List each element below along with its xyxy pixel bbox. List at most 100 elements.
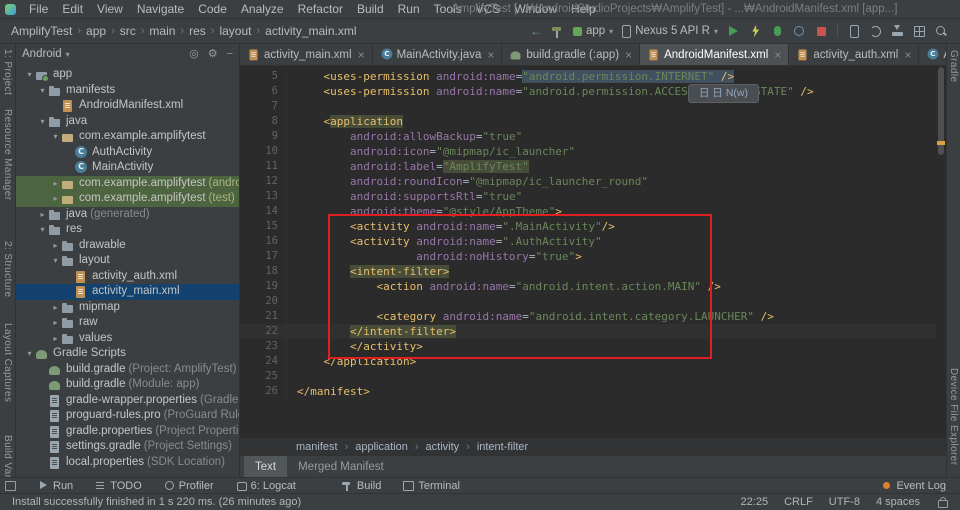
gradle-sync-button[interactable] xyxy=(869,25,882,38)
tree-item-com-example-amplifytest-androidtest[interactable]: ▸ com.example.amplifytest (androidTest) xyxy=(16,175,239,191)
tree-item-java-generated[interactable]: ▸ java (generated) xyxy=(16,207,239,223)
chevron-right-icon[interactable]: ▸ xyxy=(50,331,61,346)
menu-item-code[interactable]: Code xyxy=(191,0,234,18)
breadcrumb-item-src[interactable]: src xyxy=(117,24,139,38)
line-number[interactable]: 10 xyxy=(240,144,287,159)
chevron-right-icon[interactable]: ▸ xyxy=(50,315,61,330)
tool-button-1-project[interactable]: 1: Project xyxy=(2,49,13,95)
tree-item-mainactivity[interactable]: MainActivity xyxy=(16,160,239,176)
menu-item-view[interactable]: View xyxy=(90,0,130,18)
line-number[interactable]: 19 xyxy=(240,279,287,294)
line-number[interactable]: 15 xyxy=(240,219,287,234)
menu-item-navigate[interactable]: Navigate xyxy=(130,0,191,18)
editor-tab-androidmanifest-xml[interactable]: AndroidManifest.xml × xyxy=(640,44,790,65)
back-arrow-icon[interactable]: ← xyxy=(530,24,542,38)
tree-item-values[interactable]: ▸ values xyxy=(16,331,239,347)
tool-button-2-structure[interactable]: 2: Structure xyxy=(2,241,13,298)
editor-tab-activity-auth-xml[interactable]: activity_auth.xml × xyxy=(789,44,920,65)
build-hammer-icon[interactable] xyxy=(551,25,564,38)
settings-gear-icon[interactable]: ⚙ xyxy=(208,45,218,63)
tool-window-button-event-log[interactable]: Event Log xyxy=(881,480,946,492)
tree-item-build-gradle-module-app[interactable]: build.gradle (Module: app) xyxy=(16,377,239,393)
debug-button[interactable] xyxy=(771,25,784,38)
menu-item-refactor[interactable]: Refactor xyxy=(291,0,350,18)
line-number[interactable]: 16 xyxy=(240,234,287,249)
tool-button-gradle[interactable]: Gradle xyxy=(948,50,959,82)
tree-item-raw[interactable]: ▸ raw xyxy=(16,315,239,331)
tool-button-layout-captures[interactable]: Layout Captures xyxy=(2,323,13,402)
menu-item-run[interactable]: Run xyxy=(391,0,427,18)
chevron-down-icon[interactable]: ▾ xyxy=(37,222,48,237)
line-number[interactable]: 17 xyxy=(240,249,287,264)
profile-button[interactable] xyxy=(793,25,806,38)
tree-item-proguard-rules-pro-proguard-rules-for-app[interactable]: proguard-rules.pro (ProGuard Rules for a… xyxy=(16,408,239,424)
line-number[interactable]: 12 xyxy=(240,174,287,189)
chevron-down-icon[interactable]: ▾ xyxy=(50,253,61,268)
tree-item-res[interactable]: ▾ res xyxy=(16,222,239,238)
tool-button-resource-manager[interactable]: Resource Manager xyxy=(2,109,13,200)
editor-tab-mainactivity-java[interactable]: MainActivity.java × xyxy=(373,44,503,65)
line-number[interactable]: 24 xyxy=(240,354,287,369)
project-view-selector[interactable]: Android xyxy=(22,48,62,60)
line-number[interactable]: 13 xyxy=(240,189,287,204)
breadcrumb-item-app[interactable]: app xyxy=(83,24,109,38)
tool-window-button-profiler[interactable]: Profiler xyxy=(164,480,214,492)
tool-window-switcher-icon[interactable] xyxy=(5,480,16,491)
editor-tab-build-gradle-app[interactable]: build.gradle (:app) × xyxy=(502,44,641,65)
layout-inspector-button[interactable] xyxy=(913,25,926,38)
chevron-right-icon[interactable]: ▸ xyxy=(50,300,61,315)
close-tab-icon[interactable]: × xyxy=(625,48,632,62)
tree-item-local-properties-sdk-location[interactable]: local.properties (SDK Location) xyxy=(16,455,239,471)
line-number[interactable]: 5 xyxy=(240,69,287,84)
tree-item-gradle-properties-project-properties[interactable]: gradle.properties (Project Properties) xyxy=(16,424,239,440)
tree-item-settings-gradle-project-settings[interactable]: settings.gradle (Project Settings) xyxy=(16,439,239,455)
tree-item-androidmanifest-xml[interactable]: AndroidManifest.xml xyxy=(16,98,239,114)
chevron-right-icon[interactable]: ▸ xyxy=(50,176,61,191)
tree-item-gradle-wrapper-properties-gradle-version[interactable]: gradle-wrapper.properties (Gradle Versio… xyxy=(16,393,239,409)
menu-item-edit[interactable]: Edit xyxy=(55,0,90,18)
tree-item-gradle-scripts[interactable]: ▾ Gradle Scripts xyxy=(16,346,239,362)
editor-breadcrumb-manifest[interactable]: manifest xyxy=(296,441,338,453)
search-everywhere-button[interactable] xyxy=(935,25,948,38)
tool-window-button-6-logcat[interactable]: 6: Logcat xyxy=(236,480,296,492)
breadcrumb-item-activity-main-xml[interactable]: activity_main.xml xyxy=(262,24,359,38)
tree-item-mipmap[interactable]: ▸ mipmap xyxy=(16,300,239,316)
breadcrumb-item-res[interactable]: res xyxy=(186,24,209,38)
status-widget-crlf[interactable]: CRLF xyxy=(784,496,813,508)
close-tab-icon[interactable]: × xyxy=(904,48,911,62)
tree-item-layout[interactable]: ▾ layout xyxy=(16,253,239,269)
editor-breadcrumb-application[interactable]: application xyxy=(355,441,408,453)
close-tab-icon[interactable]: × xyxy=(358,48,365,62)
tree-item-drawable[interactable]: ▸ drawable xyxy=(16,238,239,254)
editor-breadcrumb-activity[interactable]: activity xyxy=(426,441,460,453)
sdk-manager-button[interactable] xyxy=(891,24,904,38)
tree-item-com-example-amplifytest-test[interactable]: ▸ com.example.amplifytest (test) xyxy=(16,191,239,207)
line-number[interactable]: 23 xyxy=(240,339,287,354)
chevron-down-icon[interactable]: ▾ xyxy=(24,346,35,361)
avd-manager-button[interactable] xyxy=(847,24,860,38)
error-stripe-mark[interactable] xyxy=(937,141,945,145)
tree-item-build-gradle-project-amplifytest[interactable]: build.gradle (Project: AmplifyTest) xyxy=(16,362,239,378)
editor-scrollbar[interactable] xyxy=(936,65,946,438)
menu-item-file[interactable]: File xyxy=(22,0,55,18)
line-number[interactable]: 8 xyxy=(240,114,287,129)
editor-tab-activity-main-xml[interactable]: activity_main.xml × xyxy=(240,44,373,65)
menu-item-analyze[interactable]: Analyze xyxy=(234,0,291,18)
run-config-selector[interactable]: app ▾ xyxy=(572,25,613,37)
status-widget-22-25[interactable]: 22:25 xyxy=(741,496,769,508)
line-number[interactable]: 18 xyxy=(240,264,287,279)
status-widget-utf-8[interactable]: UTF-8 xyxy=(829,496,860,508)
chevron-down-icon[interactable]: ▾ xyxy=(37,114,48,129)
line-number[interactable]: 20 xyxy=(240,294,287,309)
tool-window-button-terminal[interactable]: Terminal xyxy=(403,480,460,492)
line-number[interactable]: 9 xyxy=(240,129,287,144)
line-number[interactable]: 14 xyxy=(240,204,287,219)
tool-window-button-todo[interactable]: TODO xyxy=(95,480,142,492)
device-selector[interactable]: Nexus 5 API R ▾ xyxy=(622,24,718,38)
tree-item-app[interactable]: ▾ app xyxy=(16,67,239,83)
chevron-right-icon[interactable]: ▸ xyxy=(37,207,48,222)
tree-item-activity-main-xml[interactable]: activity_main.xml xyxy=(16,284,239,300)
line-number[interactable]: 7 xyxy=(240,99,287,114)
line-number[interactable]: 22 xyxy=(240,324,287,339)
tree-item-authactivity[interactable]: AuthActivity xyxy=(16,145,239,161)
